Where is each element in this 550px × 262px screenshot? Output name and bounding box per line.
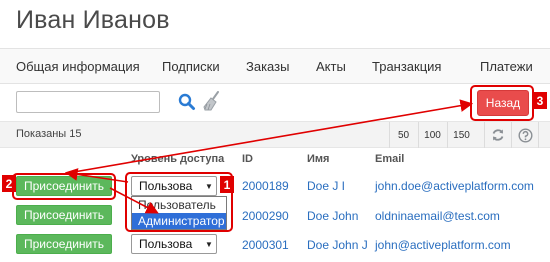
col-access-level[interactable]: Уровень доступа <box>131 153 224 165</box>
col-name[interactable]: Имя <box>307 153 329 165</box>
row-email[interactable]: oldninaemail@test.com <box>375 209 500 223</box>
join-button[interactable]: Присоединить <box>16 205 112 225</box>
search-icon[interactable] <box>177 92 197 112</box>
annotation-box-join <box>12 173 116 200</box>
page-size-100[interactable]: 100 <box>418 122 446 148</box>
shown-count: Показаны 15 <box>16 128 82 140</box>
row-id[interactable]: 2000189 <box>242 179 289 193</box>
tab-subscriptions[interactable]: Подписки <box>162 59 220 74</box>
row-name[interactable]: Doe J I <box>307 179 345 193</box>
annotation-box-back <box>470 85 534 121</box>
join-button[interactable]: Присоединить <box>16 234 112 254</box>
page-size-50[interactable]: 50 <box>389 122 417 148</box>
annotation-badge-1: 1 <box>220 176 234 193</box>
tab-orders[interactable]: Заказы <box>246 59 289 74</box>
tab-bar: Общая информация Подписки Заказы Акты Тр… <box>0 48 550 84</box>
row-name[interactable]: Doe John <box>307 209 358 223</box>
annotation-badge-2: 2 <box>2 175 16 192</box>
annotation-box-role <box>125 172 233 232</box>
page-size-150[interactable]: 150 <box>447 122 475 148</box>
help-icon <box>517 127 533 143</box>
refresh-icon <box>492 129 504 141</box>
tab-general-info[interactable]: Общая информация <box>16 59 140 74</box>
row-id[interactable]: 2000290 <box>242 209 289 223</box>
search-input[interactable] <box>16 91 160 113</box>
tab-acts[interactable]: Акты <box>316 59 346 74</box>
col-id[interactable]: ID <box>242 153 253 165</box>
row-id[interactable]: 2000301 <box>242 238 289 252</box>
refresh-button[interactable] <box>484 122 511 148</box>
role-select[interactable]: Пользова ▼ <box>131 234 217 254</box>
tab-transaction[interactable]: Транзакция <box>372 59 441 74</box>
role-select-value: Пользова <box>139 237 193 251</box>
clear-filter-icon[interactable] <box>202 90 222 112</box>
annotation-badge-3: 3 <box>533 92 547 109</box>
help-button[interactable] <box>511 122 539 148</box>
row-email[interactable]: john.doe@activeplatform.com <box>375 179 534 193</box>
row-name[interactable]: Doe John J <box>307 238 368 252</box>
row-email[interactable]: john@activeplatform.com <box>375 238 511 252</box>
page-title: Иван Иванов <box>16 6 170 34</box>
col-email[interactable]: Email <box>375 153 404 165</box>
pager-bar: Показаны 15 50 100 150 <box>0 121 550 148</box>
tab-payments[interactable]: Платежи <box>480 59 533 74</box>
dropdown-arrow-icon: ▼ <box>205 239 213 249</box>
